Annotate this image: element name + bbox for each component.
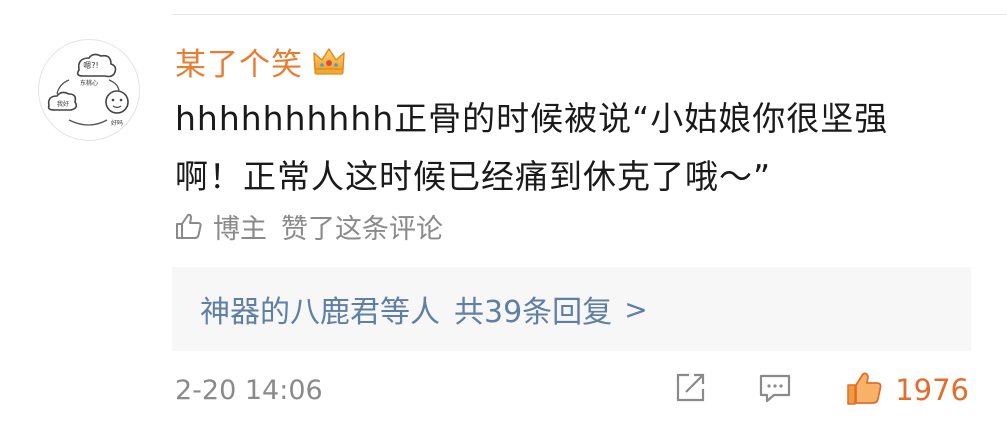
reply-names: 神器的八鹿君等人 [200,295,440,330]
avatar-doodle: 嗯?! 东桃心 我好 好吗 [47,53,129,127]
avatar-text-top: 嗯?! [83,61,98,70]
like-count: 1976 [895,373,969,407]
avatar-text-left: 我好 [57,100,69,108]
comment-text: hhhhhhhhhh正骨的时候被说“小姑娘你很坚强 啊！正常人这时候已经痛到休克… [175,90,955,206]
like-button[interactable]: 1976 [845,369,969,411]
reply-count: 共39条回复 [454,295,613,330]
thumbs-up-outline-icon [173,210,205,242]
view-replies-link[interactable]: 神器的八鹿君等人 共39条回复 > [200,267,648,351]
avatar-text-right: 好吗 [111,119,123,127]
comment-line-2: 啊！正常人这时候已经痛到休克了哦～” [175,157,772,196]
top-divider [172,14,1007,15]
comment-line-1: hhhhhhhhhh正骨的时候被说“小姑娘你很坚强 [175,99,889,138]
author-liked-text: 赞了这条评论 [281,213,443,245]
author-liked-row: 博主 赞了这条评论 [173,205,443,247]
comment-icon [757,371,793,409]
chevron-right-icon: > [624,292,648,326]
avatar[interactable]: 嗯?! 东桃心 我好 好吗 [38,39,140,141]
username-row: 某了个笑 [175,38,347,84]
action-bar: 1976 [673,366,969,414]
share-icon [673,371,707,409]
avatar-text-mid: 东桃心 [80,79,98,87]
reply-box: 神器的八鹿君等人 共39条回复 > [172,267,971,351]
username[interactable]: 某了个笑 [175,39,303,84]
timestamp: 2-20 14:06 [175,374,323,406]
share-button[interactable] [673,371,707,409]
crown-icon [311,44,347,78]
author-tag: 博主 [213,213,267,245]
comment-button[interactable] [757,371,793,409]
thumbs-up-filled-icon [845,369,885,411]
